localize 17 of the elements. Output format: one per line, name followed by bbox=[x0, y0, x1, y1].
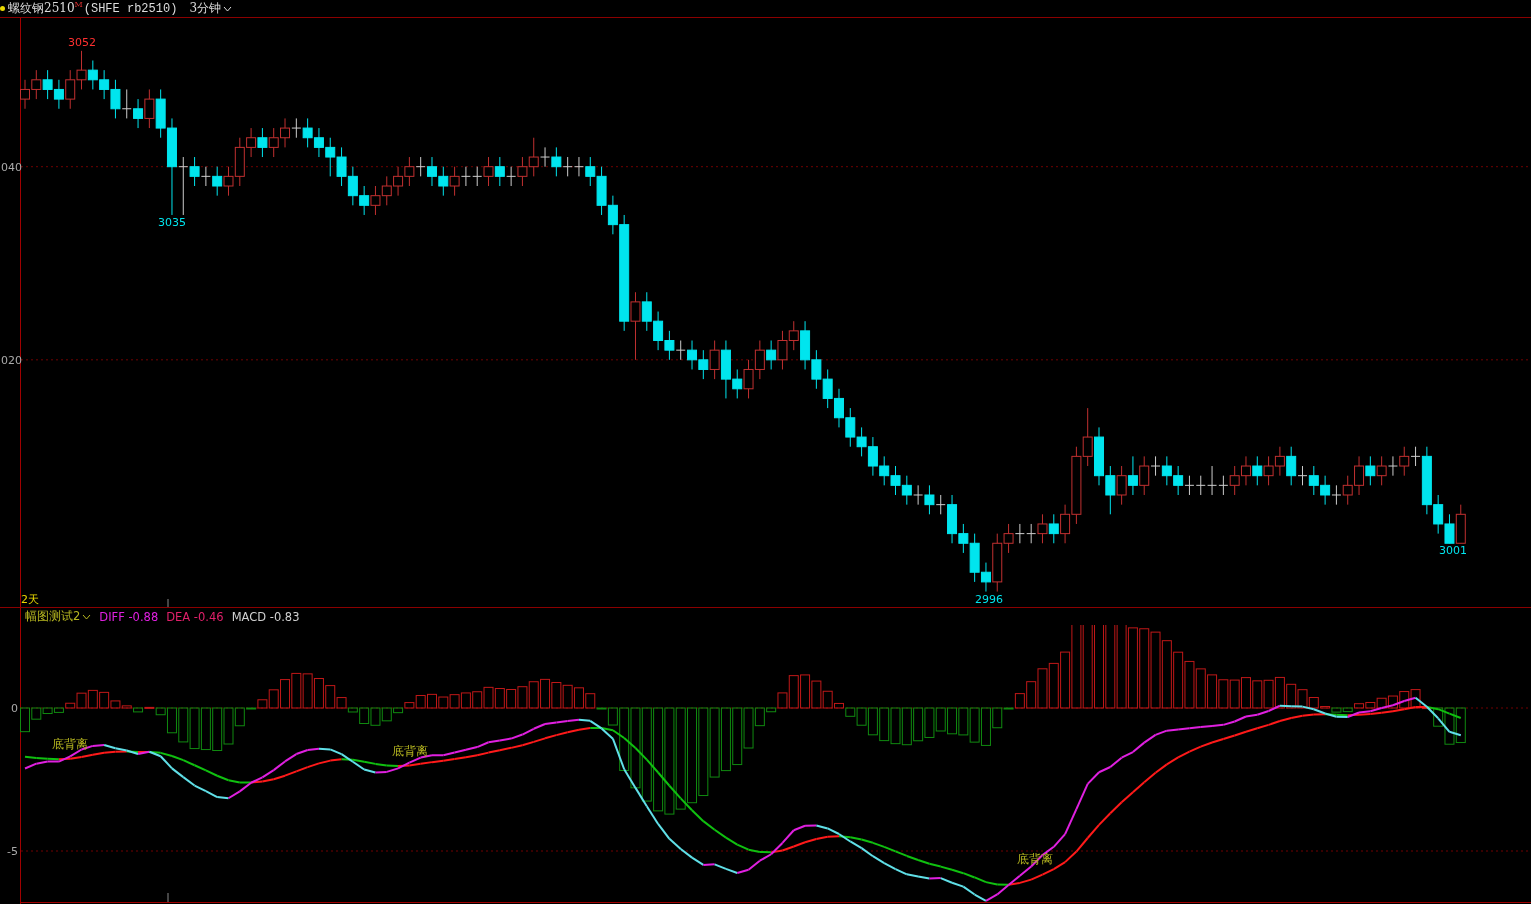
indicator-value: DIFF -0.88 bbox=[99, 609, 159, 624]
time-span-label: 2天 bbox=[21, 593, 39, 606]
divergence-label: 底背离 bbox=[392, 744, 428, 758]
axis-label: 0 bbox=[11, 702, 18, 715]
price-label: 3035 bbox=[158, 216, 186, 229]
divergence-label: 底背离 bbox=[52, 737, 88, 751]
price-label: 3001 bbox=[1439, 544, 1467, 557]
indicator-selector[interactable]: 幅图测试2 bbox=[25, 609, 92, 624]
indicator-value: MACD -0.83 bbox=[231, 609, 300, 624]
contract-code: (SHFE rb2510) bbox=[83, 1, 178, 16]
indicator-value: DEA -0.46 bbox=[166, 609, 224, 624]
price-label: 2996 bbox=[975, 593, 1003, 606]
price-label: 3052 bbox=[68, 36, 96, 49]
period-selector[interactable]: 3分钟 bbox=[189, 0, 232, 17]
contract-title: 螺纹钢2510 bbox=[8, 0, 75, 17]
axis-label: -5 bbox=[7, 845, 18, 858]
contract-mark: M bbox=[74, 0, 83, 9]
